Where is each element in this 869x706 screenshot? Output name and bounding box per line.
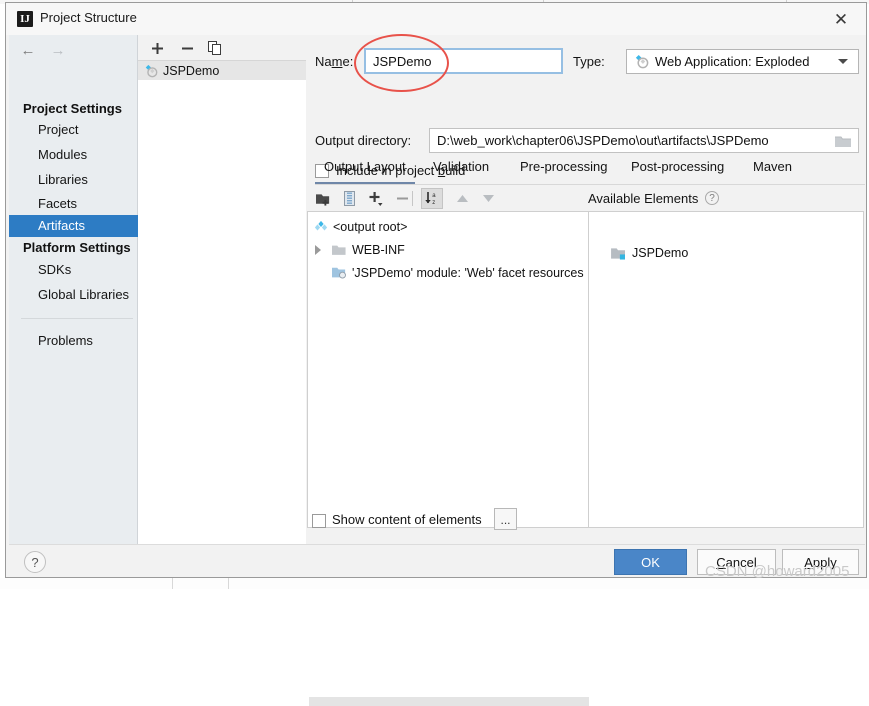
chevron-down-icon	[838, 59, 848, 64]
artifacts-list: JSPDemo	[138, 61, 306, 544]
artifact-type-value: Web Application: Exploded	[655, 54, 810, 69]
triangle-down-icon	[482, 195, 494, 202]
list-item-label: JSPDemo	[163, 63, 220, 78]
copy-artifact-button[interactable]	[204, 38, 226, 58]
tree-node-label: 'JSPDemo' module: 'Web' facet resources	[352, 265, 584, 280]
sidebar-item-artifacts[interactable]: Artifacts	[9, 215, 138, 237]
output-directory-field[interactable]: D:\web_work\chapter06\JSPDemo\out\artifa…	[429, 128, 859, 153]
available-elements-title: Available Elements	[588, 191, 699, 206]
name-input[interactable]	[364, 48, 563, 74]
tree-node-web-inf[interactable]: WEB-INF	[308, 240, 588, 259]
sidebar-nav-arrows: ← →	[9, 35, 138, 65]
output-layout-tree: <output root> WEB-INF 'JSPDemo' module: …	[307, 211, 589, 706]
folder-add-icon	[315, 193, 329, 206]
plus-dropdown-icon	[369, 191, 383, 206]
move-up-button[interactable]	[451, 188, 473, 209]
toolbar-separator	[412, 191, 413, 206]
sidebar-item-modules[interactable]: Modules	[9, 144, 138, 166]
artifacts-list-panel: JSPDemo	[138, 35, 306, 544]
folder-icon[interactable]	[834, 134, 852, 149]
show-content-of-elements-checkbox[interactable]	[312, 514, 326, 528]
add-artifact-button[interactable]	[146, 38, 168, 58]
available-elements-panel: JSPDemo	[589, 211, 864, 528]
folder-icon	[332, 245, 346, 255]
minus-icon	[396, 197, 408, 200]
add-copy-button[interactable]	[365, 188, 387, 209]
remove-artifact-button[interactable]	[176, 38, 198, 58]
help-icon[interactable]: ?	[705, 191, 719, 205]
output-directory-label: Output directory:	[315, 133, 412, 148]
artifacts-toolbar	[138, 35, 306, 61]
tab-maven[interactable]: Maven	[753, 159, 792, 185]
tabs-divider	[315, 184, 865, 185]
minus-icon	[181, 47, 193, 49]
sidebar-group-project-settings: Project Settings	[23, 101, 122, 116]
tree-horizontal-scrollbar[interactable]	[309, 697, 589, 706]
add-directory-button[interactable]	[312, 188, 334, 209]
svg-text:a: a	[432, 193, 436, 199]
cancel-button[interactable]: Cancel	[697, 549, 776, 575]
output-directory-value: D:\web_work\chapter06\JSPDemo\out\artifa…	[437, 133, 769, 148]
sidebar-group-platform-settings: Platform Settings	[23, 240, 131, 255]
copy-icon	[208, 41, 221, 55]
sort-az-icon: a z	[425, 192, 436, 206]
background-window-bottom-edge	[0, 578, 869, 589]
list-item-label: JSPDemo	[632, 246, 689, 260]
type-label: Type:	[573, 54, 605, 69]
triangle-up-icon	[456, 195, 468, 202]
tab-output-layout[interactable]: Output Layout	[315, 159, 415, 185]
sidebar-item-libraries[interactable]: Libraries	[9, 169, 138, 191]
add-archive-button[interactable]	[338, 188, 360, 209]
plus-icon	[151, 42, 163, 54]
archive-icon	[343, 191, 355, 206]
list-item[interactable]: JSPDemo	[611, 246, 688, 260]
sidebar-item-facets[interactable]: Facets	[9, 193, 138, 215]
forward-arrow-icon[interactable]: →	[47, 40, 69, 60]
tab-validation[interactable]: Validation	[433, 159, 489, 185]
dialog-titlebar: IJ Project Structure ✕	[6, 3, 866, 35]
back-arrow-icon[interactable]: ←	[17, 40, 39, 60]
svg-text:z: z	[432, 200, 435, 206]
dialog-button-bar: ? OK Cancel Apply	[9, 544, 865, 577]
intellij-idea-icon: IJ	[17, 11, 33, 27]
dialog-title: Project Structure	[40, 10, 137, 25]
artifact-type-dropdown[interactable]: Web Application: Exploded	[626, 49, 859, 74]
artifact-editor-pane: Name: Type: Web Application: Exploded Ou…	[306, 35, 865, 706]
sidebar-item-sdks[interactable]: SDKs	[9, 259, 138, 281]
output-layout-toolbar: a z Available Elements ?	[307, 186, 865, 211]
show-content-of-elements-label[interactable]: Show content of elements	[332, 512, 482, 527]
artifact-icon	[635, 54, 649, 69]
ok-button[interactable]: OK	[614, 549, 687, 575]
list-item[interactable]: JSPDemo	[138, 61, 306, 80]
apply-button[interactable]: Apply	[782, 549, 859, 575]
sidebar-item-problems[interactable]: Problems	[9, 330, 138, 352]
sort-button[interactable]: a z	[421, 188, 443, 209]
tree-node-output-root[interactable]: <output root>	[308, 217, 588, 236]
artifact-icon	[314, 220, 328, 230]
remove-element-button[interactable]	[391, 188, 413, 209]
close-icon[interactable]: ✕	[824, 7, 858, 33]
tree-node-facet-resources[interactable]: 'JSPDemo' module: 'Web' facet resources	[308, 263, 588, 282]
settings-sidebar: ← → Project Settings Platform Settings P…	[9, 35, 138, 544]
editor-tabs: Output Layout Validation Pre-processing …	[315, 159, 865, 185]
module-icon	[611, 247, 625, 260]
help-button[interactable]: ?	[24, 551, 46, 573]
move-down-button[interactable]	[477, 188, 499, 209]
facet-resources-icon	[332, 267, 346, 279]
name-label: Name:	[315, 54, 354, 69]
tab-pre-processing[interactable]: Pre-processing	[520, 159, 607, 185]
artifact-icon	[145, 64, 158, 77]
tab-post-processing[interactable]: Post-processing	[631, 159, 724, 185]
sidebar-divider	[21, 318, 133, 319]
more-options-button[interactable]: ...	[494, 508, 517, 530]
sidebar-item-global-libraries[interactable]: Global Libraries	[9, 284, 138, 306]
sidebar-item-project[interactable]: Project	[9, 119, 138, 141]
tree-node-label: <output root>	[333, 219, 408, 234]
tree-node-label: WEB-INF	[352, 242, 405, 257]
project-structure-dialog: IJ Project Structure ✕ ← → Project Setti…	[5, 2, 867, 706]
